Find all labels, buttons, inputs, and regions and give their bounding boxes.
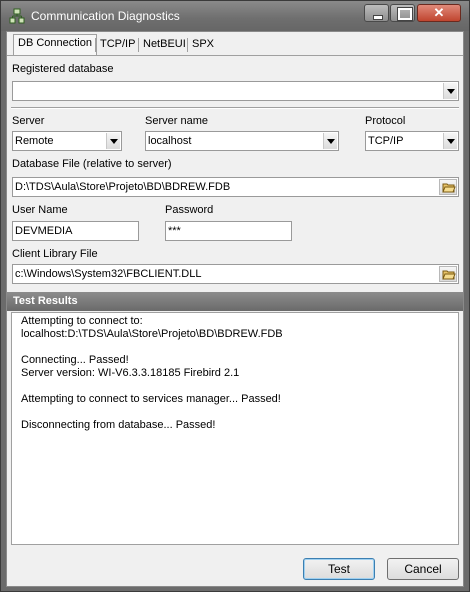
- server-select[interactable]: Remote: [12, 131, 122, 151]
- user-name-label: User Name: [12, 204, 68, 216]
- tab-db-connection[interactable]: DB Connection: [13, 34, 97, 56]
- close-button[interactable]: ✕: [417, 4, 461, 22]
- cancel-button[interactable]: Cancel: [387, 558, 459, 580]
- server-name-label: Server name: [145, 115, 208, 127]
- database-file-value: D:\TDS\Aula\Store\Projeto\BD\BDREW.FDB: [15, 181, 231, 193]
- dialog-window: Communication Diagnostics ✕ DB Connectio…: [0, 0, 470, 592]
- browse-library-button[interactable]: [439, 266, 457, 282]
- server-name-value: localhost: [148, 135, 192, 147]
- network-icon: [9, 8, 25, 24]
- test-results-header: Test Results: [7, 292, 463, 311]
- client-library-label: Client Library File: [12, 248, 98, 260]
- tab-strip: DB Connection TCP/IP NetBEUI SPX: [7, 34, 463, 56]
- dialog-body: DB Connection TCP/IP NetBEUI SPX Registe…: [6, 31, 464, 587]
- server-value: Remote: [15, 135, 54, 147]
- minimize-icon: [365, 5, 388, 21]
- tab-tcp-ip[interactable]: TCP/IP: [96, 36, 139, 55]
- protocol-value: TCP/IP: [368, 135, 404, 147]
- server-name-select[interactable]: localhost: [145, 131, 339, 151]
- result-line: Disconnecting from database... Passed!: [21, 419, 216, 431]
- title-bar[interactable]: Communication Diagnostics ✕: [1, 1, 469, 31]
- user-name-input[interactable]: DEVMEDIA: [12, 221, 139, 241]
- folder-open-icon: [442, 183, 456, 193]
- window-title: Communication Diagnostics: [31, 9, 180, 23]
- password-input[interactable]: ***: [165, 221, 292, 241]
- result-line: Server version: WI-V6.3.3.18185 Firebird…: [21, 367, 240, 379]
- test-results-log[interactable]: Attempting to connect to: localhost:D:\T…: [11, 312, 459, 545]
- protocol-select[interactable]: TCP/IP: [365, 131, 459, 151]
- test-button[interactable]: Test: [303, 558, 375, 580]
- registered-database-select[interactable]: [12, 81, 459, 101]
- folder-open-icon: [442, 270, 456, 280]
- database-file-label: Database File (relative to server): [12, 158, 172, 170]
- result-line: Attempting to connect to:: [21, 315, 143, 327]
- client-library-value: c:\Windows\System32\FBCLIENT.DLL: [15, 268, 202, 280]
- database-file-input[interactable]: D:\TDS\Aula\Store\Projeto\BD\BDREW.FDB: [12, 177, 459, 197]
- close-icon: ✕: [433, 5, 445, 20]
- divider: [11, 107, 459, 109]
- result-line: localhost:D:\TDS\Aula\Store\Projeto\BD\B…: [21, 328, 283, 340]
- registered-database-label: Registered database: [12, 63, 114, 75]
- tab-netbeui[interactable]: NetBEUI: [139, 36, 190, 55]
- tab-spx[interactable]: SPX: [188, 36, 218, 55]
- server-label: Server: [12, 115, 45, 127]
- protocol-label: Protocol: [365, 115, 406, 127]
- chevron-down-icon[interactable]: [106, 133, 120, 149]
- maximize-icon: [391, 5, 414, 21]
- result-line: Connecting... Passed!: [21, 354, 129, 366]
- browse-database-button[interactable]: [439, 179, 457, 195]
- maximize-button[interactable]: [390, 4, 415, 22]
- chevron-down-icon[interactable]: [323, 133, 337, 149]
- password-label: Password: [165, 204, 214, 216]
- tab-panel-border: [7, 55, 463, 56]
- minimize-button[interactable]: [364, 4, 389, 22]
- result-line: Attempting to connect to services manage…: [21, 393, 281, 405]
- chevron-down-icon[interactable]: [443, 133, 457, 149]
- chevron-down-icon[interactable]: [443, 83, 457, 99]
- client-library-input[interactable]: c:\Windows\System32\FBCLIENT.DLL: [12, 264, 459, 284]
